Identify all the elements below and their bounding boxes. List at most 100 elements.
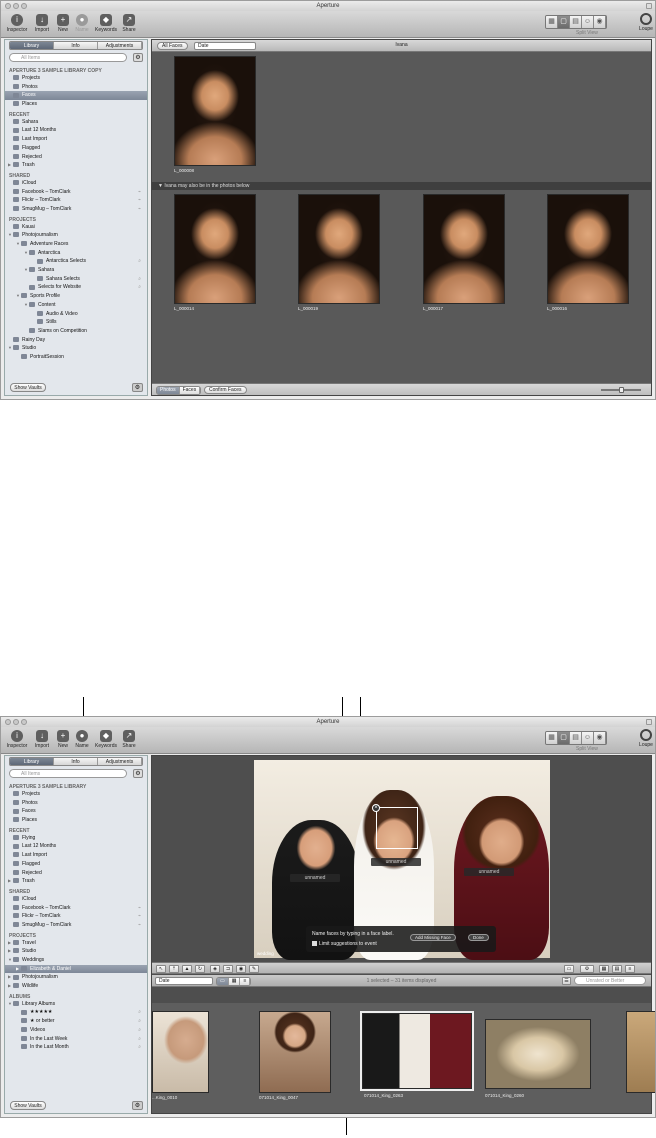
sidebar-item-projects[interactable]: Projects	[5, 74, 147, 83]
face-label-field[interactable]: unnamed	[290, 874, 340, 882]
sidebar-action-icon[interactable]: ⚙	[132, 1101, 143, 1110]
filmstrip-thumbnail[interactable]	[259, 1011, 331, 1093]
browser-view-icon[interactable]: ▦	[546, 16, 558, 28]
sidebar-item-antarctica-selects[interactable]: Antarctica Selects ⌕	[5, 257, 147, 266]
browser-view-icon[interactable]: ▦	[546, 732, 558, 744]
suggested-photo[interactable]	[423, 194, 505, 304]
sidebar-item-places[interactable]: Places	[5, 100, 147, 109]
viewer-view-icon[interactable]: ▢	[558, 16, 570, 28]
metadata-overlay-icon[interactable]: ▭	[564, 965, 574, 973]
faces-view-icon[interactable]: ☺	[582, 732, 594, 744]
browser-search-field[interactable]: Unrated or Better	[574, 976, 646, 985]
toolbar-toggle-button[interactable]	[646, 3, 652, 9]
split-view-icon[interactable]: ▤	[570, 732, 582, 744]
filmstrip-thumbnail[interactable]	[152, 1011, 209, 1093]
sidebar-item-faces[interactable]: Faces	[5, 91, 147, 101]
selected-thumbnail[interactable]	[360, 1011, 474, 1091]
search-options-icon[interactable]: ⚙	[133, 53, 143, 62]
sidebar-item-photojournalism[interactable]: ▼ Photojournalism	[5, 231, 147, 240]
name-button[interactable]: ● Name	[69, 13, 95, 33]
sidebar-item-facebook[interactable]: Facebook – TomClark ⌁	[5, 904, 147, 913]
photos-tab[interactable]: Photos	[157, 387, 180, 394]
sidebar-item-flying[interactable]: Flying	[5, 834, 147, 843]
sidebar-item-sahara-selects[interactable]: Sahara Selects ⌕	[5, 275, 147, 284]
sidebar-item-portrait-session[interactable]: PortraitSession	[5, 353, 147, 362]
sidebar-item-photos[interactable]: Photos	[5, 799, 147, 808]
tab-adjustments[interactable]: Adjustments	[98, 42, 142, 49]
sidebar-item-audio-video[interactable]: Audio & Video	[5, 310, 147, 319]
share-button[interactable]: ↗ Share	[116, 729, 142, 749]
grid-view-icon[interactable]: ▤	[612, 965, 622, 973]
sidebar-action-icon[interactable]: ⚙	[132, 383, 143, 392]
library-search-field[interactable]: All Items	[9, 769, 127, 778]
face-label-field[interactable]: unnamed	[371, 858, 421, 866]
sidebar-item-trash[interactable]: ▶ Trash	[5, 877, 147, 886]
redeye-tool-icon[interactable]: ◉	[236, 965, 246, 973]
sidebar-item-icloud[interactable]: iCloud	[5, 895, 147, 904]
sidebar-item-wildlife[interactable]: ▶ Wildlife	[5, 982, 147, 991]
crop-tool-icon[interactable]: ⊐	[223, 965, 233, 973]
sidebar-item-one-star-or-better[interactable]: ★ or better ⌕	[5, 1017, 147, 1026]
sidebar-item-rejected[interactable]: Rejected	[5, 869, 147, 878]
sidebar-item-sports-profile[interactable]: ▼ Sports Profile	[5, 292, 147, 301]
suggested-photo[interactable]	[547, 194, 629, 304]
sidebar-item-last-import[interactable]: Last Import	[5, 851, 147, 860]
sidebar-item-antarctica[interactable]: ▼ Antarctica	[5, 249, 147, 258]
window-controls[interactable]	[5, 719, 27, 725]
show-vaults-button[interactable]: Show Vaults	[10, 383, 46, 392]
close-button[interactable]	[5, 719, 11, 725]
filmstrip-thumbnail[interactable]	[626, 1011, 655, 1093]
done-button[interactable]: Done	[468, 934, 489, 941]
checkbox-icon[interactable]	[312, 941, 317, 947]
sidebar-item-last-12-months[interactable]: Last 12 Months	[5, 842, 147, 851]
suggested-photo[interactable]	[174, 194, 256, 304]
view-options-icon[interactable]: ⚙	[580, 965, 594, 973]
library-search-field[interactable]: All Items	[9, 53, 127, 62]
sidebar-item-library-albums[interactable]: ▼ Library Albums	[5, 1000, 147, 1009]
close-button[interactable]	[5, 3, 11, 9]
split-view-icon[interactable]: ▤	[570, 16, 582, 28]
sidebar-item-faces[interactable]: Faces	[5, 807, 147, 816]
show-vaults-button[interactable]: Show Vaults	[10, 1101, 46, 1110]
rotate-tool-icon[interactable]: ↻	[195, 965, 205, 973]
slider-knob[interactable]	[619, 387, 624, 393]
tab-adjustments[interactable]: Adjustments	[98, 758, 142, 765]
remove-face-icon[interactable]: ×	[372, 804, 380, 812]
sidebar-item-travel[interactable]: ▶ Travel	[5, 939, 147, 948]
list-view-icon[interactable]: ≡	[625, 965, 635, 973]
loupe-button[interactable]: Loupe	[637, 13, 655, 32]
sidebar-item-sahara[interactable]: Sahara	[5, 118, 147, 127]
sidebar-item-selects-for-website[interactable]: Selects for Website ⌕	[5, 283, 147, 292]
sidebar-item-flickr[interactable]: Flickr – TomClark ⌁	[5, 196, 147, 205]
sidebar-item-flagged[interactable]: Flagged	[5, 860, 147, 869]
toolbar-toggle-button[interactable]	[646, 719, 652, 725]
sidebar-item-facebook[interactable]: Facebook – TomClark ⌁	[5, 188, 147, 197]
minimize-button[interactable]	[13, 719, 19, 725]
places-view-icon[interactable]: ◉	[594, 16, 606, 28]
filmstrip-thumbnail[interactable]	[485, 1019, 591, 1089]
sidebar-item-smugmug[interactable]: SmugMug – TomClark ⌁	[5, 921, 147, 930]
sidebar-item-last-import[interactable]: Last Import	[5, 135, 147, 144]
inspector-button[interactable]: i Inspector	[4, 13, 30, 33]
sidebar-item-trash[interactable]: ▶ Trash	[5, 161, 147, 170]
sidebar-item-last-12-months[interactable]: Last 12 Months	[5, 126, 147, 135]
search-options-icon[interactable]: ⚙	[133, 769, 143, 778]
sidebar-item-sahara-project[interactable]: ▼ Sahara	[5, 266, 147, 275]
sidebar-item-projects[interactable]: Projects	[5, 790, 147, 799]
selection-tool-icon[interactable]: ↖	[156, 965, 166, 973]
sidebar-item-rejected[interactable]: Rejected	[5, 153, 147, 162]
sidebar-item-photojournalism[interactable]: ▶ Photojournalism	[5, 973, 147, 982]
window-controls[interactable]	[5, 3, 27, 9]
brush-tool-icon[interactable]: ✎	[249, 965, 259, 973]
sidebar-item-flagged[interactable]: Flagged	[5, 144, 147, 153]
inspector-button[interactable]: i Inspector	[4, 729, 30, 749]
sidebar-item-places[interactable]: Places	[5, 816, 147, 825]
filter-hud-icon[interactable]: ☰	[562, 977, 571, 985]
places-view-icon[interactable]: ◉	[594, 732, 606, 744]
suggested-photo[interactable]	[298, 194, 380, 304]
sidebar-item-icloud[interactable]: iCloud	[5, 179, 147, 188]
minimize-button[interactable]	[13, 3, 19, 9]
sidebar-item-smugmug[interactable]: SmugMug – TomClark ⌁	[5, 205, 147, 214]
face-label-field[interactable]: unnamed	[464, 868, 514, 876]
filmstrip-view-icon[interactable]: ▦	[599, 965, 609, 973]
